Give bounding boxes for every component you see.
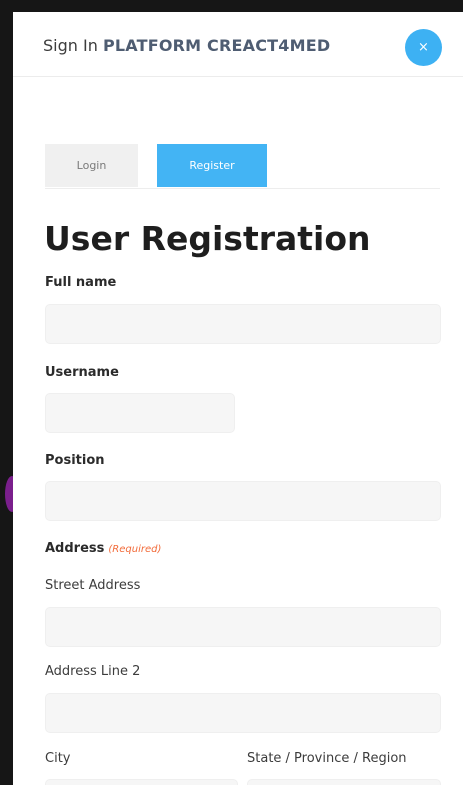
address-line-2-label: Address Line 2 (45, 664, 141, 679)
state-province-region-input[interactable] (247, 779, 441, 785)
address-label-text: Address (45, 541, 105, 556)
position-label: Position (45, 453, 105, 468)
full-name-input[interactable] (45, 304, 441, 344)
city-label: City (45, 751, 71, 766)
full-name-label: Full name (45, 275, 117, 290)
tab-register[interactable]: Register (157, 144, 267, 187)
close-button[interactable]: × (405, 29, 442, 66)
username-input[interactable] (45, 393, 235, 433)
address-label: Address (Required) (45, 541, 161, 556)
address-line-2-input[interactable] (45, 693, 441, 733)
modal-title-brand: PLATFORM CREACT4MED (102, 36, 331, 55)
street-address-input[interactable] (45, 607, 441, 647)
auth-tabs: Login Register (45, 144, 440, 189)
modal-title: Sign In PLATFORM CREACT4MED (43, 36, 330, 55)
tab-login[interactable]: Login (45, 144, 138, 187)
state-province-region-label: State / Province / Region (247, 751, 407, 766)
city-input[interactable] (45, 779, 238, 785)
form-title: User Registration (44, 219, 371, 258)
street-address-label: Street Address (45, 578, 141, 593)
position-input[interactable] (45, 481, 441, 521)
sign-in-modal: Sign In PLATFORM CREACT4MED × Login Regi… (13, 12, 463, 785)
modal-header: Sign In PLATFORM CREACT4MED × (13, 12, 463, 77)
required-note: (Required) (108, 544, 162, 555)
modal-title-prefix: Sign In (43, 36, 98, 55)
username-label: Username (45, 365, 119, 380)
close-icon: × (418, 40, 429, 55)
